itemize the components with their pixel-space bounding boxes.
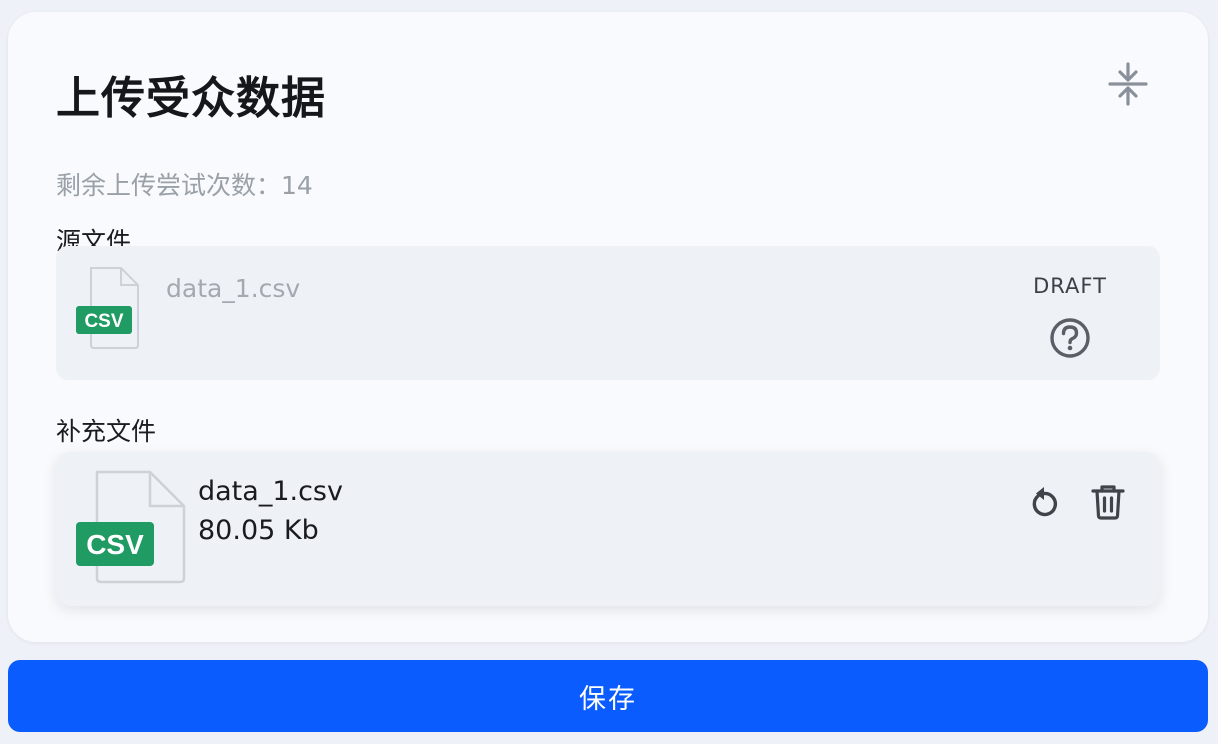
- page-title: 上传受众数据: [56, 73, 326, 124]
- source-file-name: data_1.csv: [166, 274, 301, 303]
- question-circle-icon: [1050, 318, 1090, 358]
- extra-file-card: CSV data_1.csv 80.05 Kb: [56, 452, 1160, 606]
- trash-icon: [1091, 485, 1125, 520]
- status-badge: DRAFT: [1033, 274, 1107, 298]
- help-button[interactable]: [1048, 316, 1092, 360]
- collapse-vertical-icon: [1108, 62, 1148, 106]
- collapse-button[interactable]: [1104, 60, 1152, 108]
- replace-file-button[interactable]: [1022, 480, 1066, 524]
- extra-file-name: data_1.csv: [198, 476, 343, 507]
- csv-file-icon: CSV: [76, 266, 156, 350]
- csv-badge: CSV: [84, 311, 123, 332]
- remaining-attempts-text: 剩余上传尝试次数：14: [56, 171, 313, 200]
- save-button[interactable]: 保存: [8, 660, 1208, 732]
- upload-audience-panel: 上传受众数据 剩余上传尝试次数：14 源文件 CSV data_1.csv DR…: [8, 12, 1208, 642]
- csv-badge: CSV: [86, 529, 144, 560]
- delete-file-button[interactable]: [1086, 480, 1130, 524]
- extra-file-size: 80.05 Kb: [198, 515, 319, 546]
- extra-file-label: 补充文件: [56, 417, 157, 446]
- source-file-card: CSV data_1.csv DRAFT: [56, 246, 1160, 380]
- csv-file-icon: CSV: [76, 470, 188, 586]
- replace-icon: [1032, 487, 1057, 517]
